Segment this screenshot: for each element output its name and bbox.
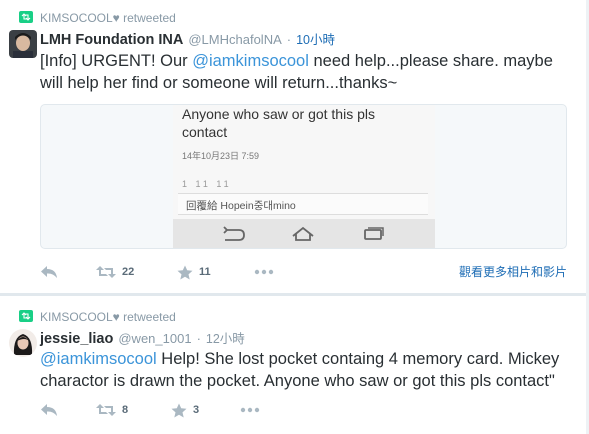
- retweet-icon: [96, 266, 116, 278]
- tweet-text: @iamkimsocool Help! She lost pocket cont…: [40, 348, 575, 392]
- recents-icon: [364, 227, 384, 240]
- screenshot-smudge: 1 11 11: [182, 179, 232, 189]
- separator-dot: ·: [196, 331, 201, 346]
- retweet-icon: [96, 404, 116, 416]
- screenshot-date: 14年10月23日 7:59: [182, 151, 260, 161]
- screenshot-image[interactable]: Anyone who saw or got this pls contact 1…: [173, 105, 435, 248]
- reply-icon: [41, 266, 57, 278]
- tweet-header: jessie_liao @wen_1001 · 12小時: [40, 328, 245, 347]
- tweet-header: LMH Foundation INA @LMHchafolNA · 10小時: [40, 29, 335, 48]
- retweet-button[interactable]: 8: [96, 403, 128, 417]
- favorite-count: 3: [193, 404, 200, 416]
- screenshot-reply-field: 回覆給 Hopein중대mino: [178, 193, 428, 215]
- more-dots-icon: [254, 269, 274, 275]
- favorite-button[interactable]: 11: [177, 265, 211, 280]
- tweet-1[interactable]: KIMSOCOOL♥ retweeted LMH Foundation INA …: [0, 0, 589, 293]
- tweet-2[interactable]: KIMSOCOOL♥ retweeted jessie_liao @wen_10…: [0, 296, 589, 434]
- back-icon: [223, 226, 245, 241]
- retweeted-by-line[interactable]: KIMSOCOOL♥ retweeted: [40, 11, 176, 25]
- author-name[interactable]: LMH Foundation INA: [40, 32, 183, 48]
- reply-button[interactable]: [40, 265, 58, 279]
- author-handle[interactable]: @wen_1001: [118, 331, 191, 346]
- android-nav-bar: [173, 219, 435, 248]
- reply-icon: [41, 404, 57, 416]
- mention-link[interactable]: @iamkimsocool: [192, 52, 309, 70]
- avatar-image[interactable]: [9, 30, 37, 58]
- favorite-button[interactable]: 3: [171, 403, 199, 418]
- author-name[interactable]: jessie_liao: [40, 331, 113, 347]
- view-more-media-link[interactable]: 觀看更多相片和影片: [459, 263, 567, 280]
- favorite-star-icon: [177, 265, 193, 279]
- avatar[interactable]: [9, 30, 37, 58]
- home-icon: [292, 226, 314, 241]
- retweet-button[interactable]: 22: [96, 265, 134, 279]
- more-button[interactable]: [240, 407, 260, 413]
- mention-link[interactable]: @iamkimsocool: [40, 350, 157, 368]
- tweet-timestamp[interactable]: 12小時: [206, 328, 245, 347]
- retweet-context-icon: [19, 11, 33, 23]
- more-button[interactable]: [254, 269, 274, 275]
- retweet-context-icon: [19, 310, 33, 322]
- retweet-count: 8: [122, 404, 129, 416]
- retweet-count: 22: [122, 266, 135, 278]
- retweeted-by-text[interactable]: KIMSOCOOL♥ retweeted: [40, 310, 176, 324]
- avatar-image[interactable]: [9, 329, 37, 357]
- screenshot-message: Anyone who saw or got this pls contact: [182, 106, 375, 140]
- separator-dot: ·: [286, 32, 292, 47]
- tweet-text: [Info] URGENT! Our @iamkimsocool need he…: [40, 50, 575, 94]
- tweet-text-part: [Info] URGENT! Our: [40, 52, 193, 70]
- favorite-star-icon: [171, 403, 187, 417]
- more-dots-icon: [240, 407, 260, 413]
- media-preview[interactable]: Anyone who saw or got this pls contact 1…: [40, 104, 567, 249]
- retweeted-by-line[interactable]: KIMSOCOOL♥ retweeted: [40, 310, 176, 324]
- reply-button[interactable]: [40, 403, 58, 417]
- tweet-timestamp[interactable]: 10小時: [296, 29, 335, 48]
- retweeted-by-text[interactable]: KIMSOCOOL♥ retweeted: [40, 11, 176, 25]
- favorite-count: 11: [199, 266, 211, 278]
- author-handle[interactable]: @LMHchafolNA: [188, 32, 281, 47]
- avatar[interactable]: [9, 329, 37, 357]
